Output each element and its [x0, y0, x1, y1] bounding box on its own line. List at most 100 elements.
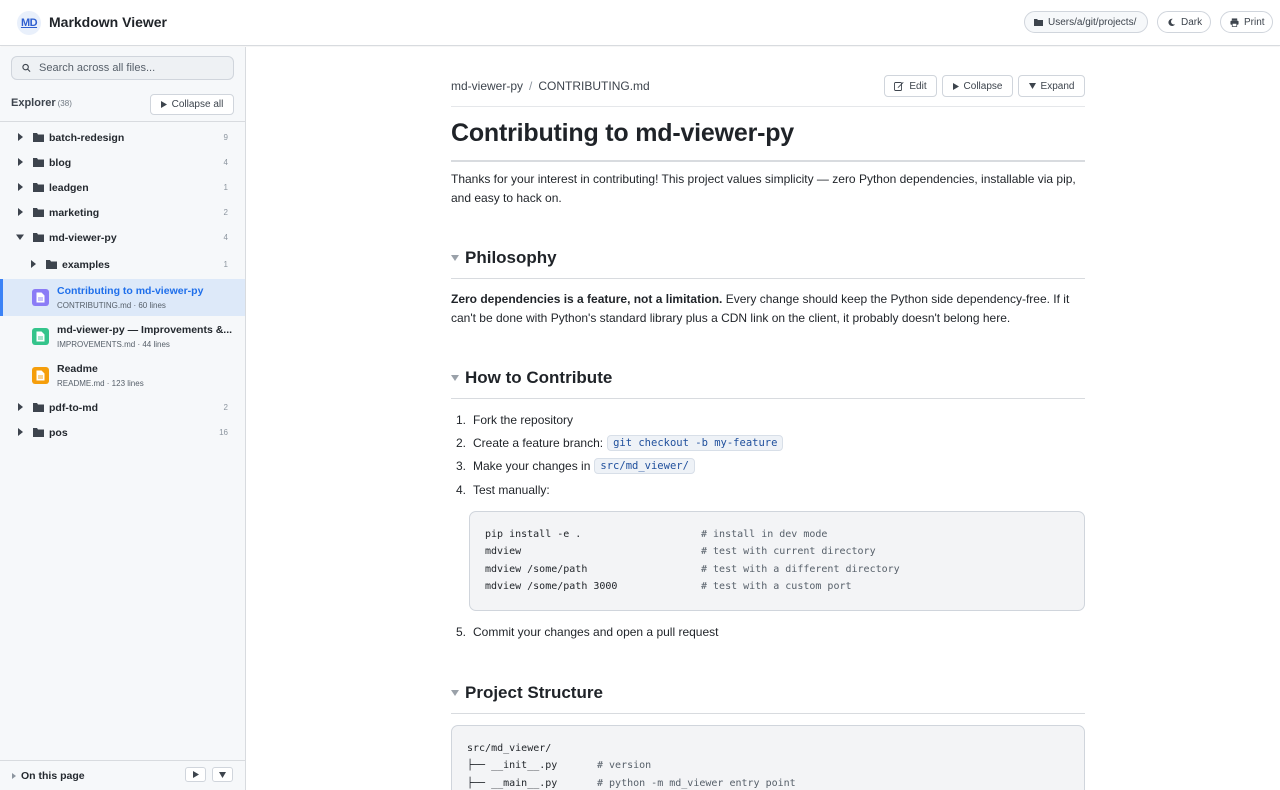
- collapse-outline-button[interactable]: [212, 767, 233, 782]
- search-input[interactable]: [39, 62, 219, 74]
- divider: [451, 398, 1085, 399]
- heading-text: How to Contribute: [465, 368, 613, 387]
- folder-count: 16: [219, 428, 228, 437]
- folder-name: marketing: [49, 206, 100, 219]
- folder-blog[interactable]: blog 4: [0, 150, 245, 175]
- app-title: Markdown Viewer: [49, 14, 168, 30]
- philosophy-text: Every change should keep the Python side…: [722, 292, 1070, 306]
- file-meta: IMPROVEMENTS.md · 44 lines: [57, 340, 170, 349]
- folder-examples[interactable]: examples 1: [0, 252, 245, 277]
- file-meta: README.md · 123 lines: [57, 379, 144, 388]
- edit-button[interactable]: Edit: [884, 75, 937, 97]
- folder-count: 1: [223, 183, 228, 192]
- file-item-readme[interactable]: Readme README.md · 123 lines: [0, 357, 245, 394]
- code-line: ├── __main__.py: [467, 778, 558, 789]
- on-this-page-label: On this page: [21, 770, 85, 782]
- chevron-right-icon: [18, 428, 23, 436]
- chevron-down-icon: [219, 771, 226, 778]
- document-icon: [32, 328, 49, 345]
- expand-label: Expand: [1040, 80, 1075, 92]
- list-item: 3. Make your changes in src/md_viewer/: [456, 458, 695, 474]
- breadcrumb-repo[interactable]: md-viewer-py: [451, 79, 523, 93]
- collapse-all-button[interactable]: Collapse all: [150, 94, 234, 115]
- collapse-button[interactable]: Collapse: [942, 75, 1013, 97]
- divider: [451, 713, 1085, 714]
- breadcrumb: md-viewer-py / CONTRIBUTING.md: [451, 79, 650, 93]
- folder-icon: [33, 183, 44, 192]
- folder-icon: [33, 233, 44, 242]
- folder-name: pos: [49, 426, 68, 439]
- search-icon: [22, 63, 31, 73]
- folder-name: examples: [62, 258, 110, 271]
- chevron-right-icon: [18, 133, 23, 141]
- folder-count: 1: [223, 260, 228, 269]
- explorer-heading: Explorer (38): [11, 97, 72, 109]
- file-title: Readme: [57, 363, 98, 375]
- folder-icon: [1034, 18, 1043, 27]
- app-logo: MD: [17, 11, 41, 35]
- printer-icon: [1230, 17, 1239, 27]
- collapse-label: Collapse: [963, 80, 1003, 92]
- file-item-improvements[interactable]: md-viewer-py — Improvements &... IMPROVE…: [0, 318, 245, 355]
- divider: [451, 160, 1085, 162]
- collapse-all-label: Collapse all: [171, 99, 224, 110]
- philosophy-paragraph: Zero dependencies is a feature, not a li…: [451, 290, 1085, 328]
- folder-count: 4: [223, 158, 228, 167]
- folder-marketing[interactable]: marketing 2: [0, 200, 245, 225]
- sidebar: Explorer(38) Collapse all batch-redesign…: [0, 47, 246, 790]
- folder-name: pdf-to-md: [49, 401, 98, 414]
- list-item: 5. Commit your changes and open a pull re…: [456, 625, 719, 639]
- page-title: Contributing to md-viewer-py: [451, 119, 794, 147]
- heading-text: Project Structure: [465, 683, 603, 702]
- breadcrumb-file: CONTRIBUTING.md: [538, 79, 650, 93]
- on-this-page-panel[interactable]: On this page: [0, 760, 245, 790]
- inline-code: src/md_viewer/: [594, 458, 695, 474]
- search-box[interactable]: [11, 56, 234, 80]
- divider: [451, 278, 1085, 279]
- folder-icon: [46, 260, 57, 269]
- chevron-down-icon: [1028, 83, 1036, 89]
- document-icon: [32, 367, 49, 384]
- code-line: src/md_viewer/: [467, 743, 552, 754]
- explorer-count: (38): [57, 99, 72, 108]
- folder-icon: [33, 158, 44, 167]
- folder-name: leadgen: [49, 181, 89, 194]
- folder-name: blog: [49, 156, 72, 169]
- file-item-contributing[interactable]: Contributing to md-viewer-py CONTRIBUTIN…: [0, 279, 245, 316]
- print-label: Print: [1244, 16, 1265, 28]
- folder-leadgen[interactable]: leadgen 1: [0, 175, 245, 200]
- play-icon: [952, 82, 959, 90]
- list-item: 4. Test manually:: [456, 483, 550, 497]
- divider: [0, 121, 245, 122]
- folder-batch-redesign[interactable]: batch-redesign 9: [0, 125, 245, 150]
- inline-code: git checkout -b my-feature: [607, 435, 784, 451]
- folder-md-viewer-py[interactable]: md-viewer-py 4: [0, 225, 245, 250]
- code-comment: # test with a different directory: [701, 564, 900, 575]
- expand-outline-button[interactable]: [185, 767, 206, 782]
- folder-count: 2: [223, 403, 228, 412]
- breadcrumb-separator: /: [529, 79, 533, 93]
- edit-icon: [894, 82, 904, 91]
- folder-icon: [33, 428, 44, 437]
- heading-text: Philosophy: [465, 248, 557, 267]
- expand-button[interactable]: Expand: [1018, 75, 1085, 97]
- dark-mode-button[interactable]: Dark: [1157, 11, 1211, 33]
- chevron-down-icon: [16, 234, 24, 240]
- folder-icon: [33, 208, 44, 217]
- folder-pdf-to-md[interactable]: pdf-to-md 2: [0, 395, 245, 420]
- chevron-down-icon: [451, 690, 459, 696]
- print-button[interactable]: Print: [1220, 11, 1273, 33]
- folder-pos[interactable]: pos 16: [0, 420, 245, 445]
- directory-path-button[interactable]: Users/a/git/projects/: [1024, 11, 1148, 33]
- chevron-right-icon: [12, 773, 16, 779]
- code-command: mdview /some/path 3000: [485, 581, 618, 592]
- chevron-down-icon: [451, 255, 459, 261]
- play-icon: [192, 771, 199, 778]
- document-icon: [32, 289, 49, 306]
- chevron-right-icon: [18, 158, 23, 166]
- code-command: mdview /some/path: [485, 564, 588, 575]
- list-item: 1. Fork the repository: [456, 413, 574, 427]
- folder-count: 2: [223, 208, 228, 217]
- folder-name: batch-redesign: [49, 131, 125, 144]
- intro-line: Thanks for your interest in contributing…: [451, 172, 1076, 186]
